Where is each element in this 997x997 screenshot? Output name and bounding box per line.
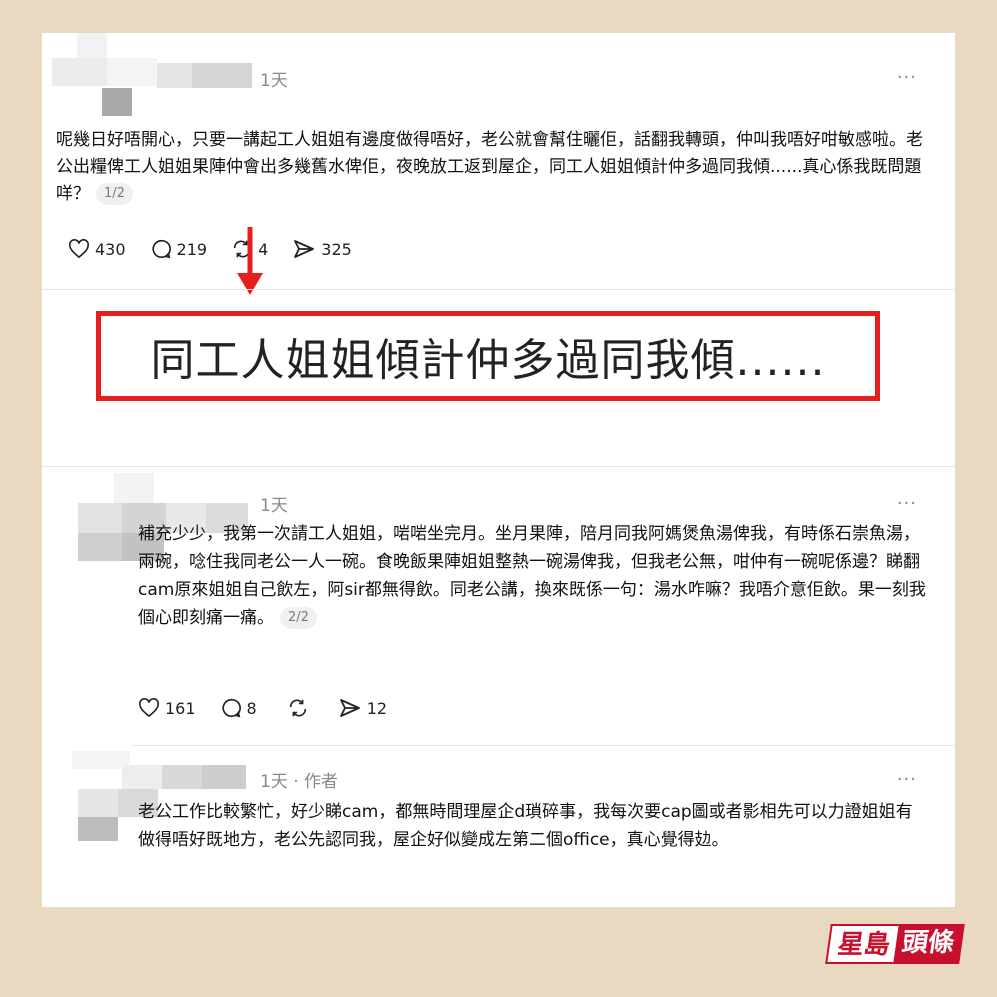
post-time: 1天 — [260, 71, 288, 91]
post-time: 1天 — [260, 496, 288, 516]
repost-button[interactable] — [287, 697, 314, 719]
share-count: 12 — [366, 698, 388, 718]
more-icon[interactable]: ··· — [897, 769, 917, 790]
like-count: 430 — [95, 239, 126, 259]
comment-count: 219 — [176, 239, 208, 259]
divider — [132, 745, 955, 746]
divider — [42, 466, 955, 467]
heart-icon — [139, 698, 159, 718]
comment-count: 8 — [246, 698, 257, 718]
highlight-quote: 同工人姐姐傾計仲多過同我傾...... — [96, 311, 880, 401]
share-button[interactable]: 12 — [338, 697, 387, 719]
post-text: 老公工作比較繁忙，好少睇cam，都無時間理屋企d瑣碎事，我每次要cap圖或者影相… — [138, 802, 913, 850]
action-bar: 161 8 12 — [138, 697, 411, 719]
action-bar: 430 219 4 325 — [68, 238, 376, 260]
comment-icon — [222, 698, 241, 718]
logo-part2: 頭條 — [893, 924, 965, 964]
post-text-content: 呢幾日好唔開心，只要一講起工人姐姐有邊度做得唔好，老公就會幫住曬佢，話翻我轉頭，… — [56, 130, 923, 204]
share-icon — [294, 240, 315, 258]
more-icon[interactable]: ··· — [897, 67, 917, 88]
like-count: 161 — [165, 698, 196, 718]
like-button[interactable]: 161 — [138, 698, 196, 718]
arrow-down-icon — [237, 227, 263, 295]
avatar[interactable] — [42, 33, 262, 123]
more-icon[interactable]: ··· — [897, 493, 917, 514]
heart-icon — [69, 239, 89, 259]
post-card: 1天 ··· 呢幾日好唔開心，只要一講起工人姐姐有邊度做得唔好，老公就會幫住曬佢… — [42, 33, 955, 907]
post-time: 1天 · 作者 — [260, 772, 339, 792]
repost-icon — [289, 699, 306, 717]
comment-button[interactable]: 219 — [150, 238, 208, 260]
post-text: 呢幾日好唔開心，只要一講起工人姐姐有邊度做得唔好，老公就會幫住曬佢，話翻我轉頭，… — [56, 127, 928, 208]
logo-part1: 星島 — [825, 924, 899, 964]
comment-button[interactable]: 8 — [220, 697, 257, 719]
post-text: 補充少少，我第一次請工人姐姐，啱啱坐完月。坐月果陣，陪月同我阿媽煲魚湯俾我，有時… — [138, 520, 928, 632]
like-button[interactable]: 430 — [68, 239, 126, 259]
page-indicator: 1/2 — [96, 183, 133, 205]
logo: 星島 頭條 — [825, 924, 965, 964]
page-indicator: 2/2 — [280, 607, 317, 629]
share-count: 325 — [321, 239, 352, 259]
share-icon — [339, 699, 360, 717]
comment-icon — [152, 239, 171, 259]
post-text-content: 補充少少，我第一次請工人姐姐，啱啱坐完月。坐月果陣，陪月同我阿媽煲魚湯俾我，有時… — [138, 524, 926, 628]
share-button[interactable]: 325 — [292, 238, 352, 260]
divider — [42, 289, 955, 290]
